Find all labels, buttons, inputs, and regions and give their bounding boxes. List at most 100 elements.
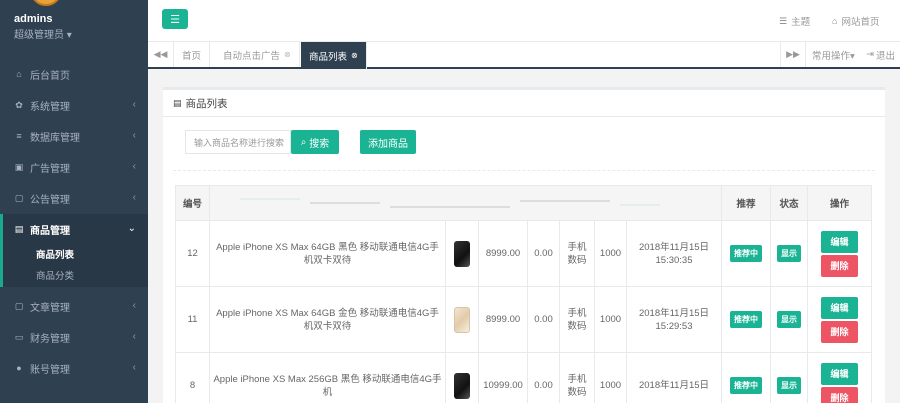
sidebar: admins 超级管理员 ▾ ⌂ 后台首页 ✿ 系统管理 ‹ ≡ 数据库管理 ‹… (0, 0, 148, 403)
cell-category: 手机数码 (559, 220, 595, 287)
cell-category: 手机数码 (559, 286, 595, 353)
tab-product-list[interactable]: 商品列表 ⊗ (301, 42, 367, 69)
user-name: admins (14, 13, 53, 25)
cell-time: 2018年11月15日 15:29:53 (625, 286, 723, 353)
cell-image (445, 352, 479, 403)
chevron-down-icon: ⌄ (127, 223, 136, 234)
database-icon: ≡ (16, 131, 22, 141)
user-role-dropdown[interactable]: 超级管理员 ▾ (14, 26, 72, 41)
status-badge[interactable]: 显示 (777, 311, 802, 328)
search-button-label: 搜索 (309, 138, 330, 150)
sidebar-item-dashboard[interactable]: ⌂ 后台首页 (0, 59, 148, 90)
cell-id: 8 (175, 352, 210, 403)
logout-label: 退出 (875, 50, 895, 62)
file-icon: ▤ (14, 224, 24, 234)
profile-area: admins 超级管理员 ▾ (0, 0, 148, 46)
sidebar-subitem-product-list[interactable]: 商品列表 (3, 245, 148, 266)
sidebar-item-label: 系统管理 (30, 102, 70, 113)
cell-stock: 1000 (594, 220, 627, 287)
edit-button[interactable]: 编辑 (821, 230, 859, 253)
topbar: ☰ ☰ 主题 ⌂ 网站首页 (148, 0, 900, 42)
tab-auto-ad[interactable]: 自动点击广告 ⊗ (215, 42, 300, 67)
sidebar-item-label: 广告管理 (30, 164, 70, 175)
delete-button[interactable]: 删除 (821, 386, 859, 403)
recommend-badge[interactable]: 推荐中 (730, 311, 763, 328)
cell-status: 显示 (770, 352, 809, 403)
menu-toggle-button[interactable]: ☰ (162, 9, 188, 29)
sidebar-item-products[interactable]: ▤ 商品管理 ⌄ (0, 214, 148, 245)
obscured-mark (520, 200, 610, 202)
sidebar-item-accounts[interactable]: ● 账号管理 ‹ (0, 353, 148, 384)
theme-label: 主题 (791, 17, 811, 28)
sidebar-item-label: 文章管理 (30, 303, 70, 314)
chevron-left-icon: ‹ (132, 99, 136, 110)
sidebar-item-database[interactable]: ≡ 数据库管理 ‹ (0, 121, 148, 152)
chevron-left-icon: ‹ (132, 331, 136, 342)
tab-home[interactable]: 首页 (174, 42, 211, 67)
delete-button[interactable]: 删除 (821, 320, 859, 343)
logout-icon: ⇥ (866, 49, 874, 60)
product-thumbnail[interactable] (454, 240, 470, 267)
sidebar-item-articles[interactable]: ▢ 文章管理 ‹ (0, 291, 148, 322)
status-badge[interactable]: 显示 (777, 245, 802, 262)
search-icon: ⌕ (300, 136, 307, 148)
hamburger-icon: ☰ (170, 13, 180, 26)
divider (173, 170, 875, 171)
list-icon: ▤ (173, 97, 182, 108)
panel-header: ▤ 商品列表 (163, 90, 885, 117)
header-recommend[interactable]: 推荐 (721, 185, 772, 221)
recommend-badge[interactable]: 推荐中 (730, 245, 763, 262)
edit-button[interactable]: 编辑 (821, 296, 859, 319)
cell-recommend: 推荐中 (721, 286, 772, 353)
tabs-scroll-right-button[interactable]: ▶▶ (780, 42, 806, 67)
cell-price: 8999.00 (478, 220, 528, 287)
table-header-row: 编号 推荐 状态 操作 (175, 185, 873, 221)
sidebar-item-notices[interactable]: ▢ 公告管理 ‹ (0, 183, 148, 214)
logout-button[interactable]: ⇥ 退出 (866, 42, 895, 67)
chevron-left-icon: ‹ (132, 192, 136, 203)
sidebar-item-label: 数据库管理 (30, 133, 80, 144)
close-icon[interactable]: ⊗ (351, 51, 358, 60)
sidebar-item-label: 公告管理 (30, 195, 70, 206)
sidebar-item-ads[interactable]: ▣ 广告管理 ‹ (0, 152, 148, 183)
add-product-button[interactable]: 添加商品 (360, 130, 416, 154)
money-icon: ▭ (14, 332, 24, 342)
sidebar-item-finance[interactable]: ▭ 财务管理 ‹ (0, 322, 148, 353)
copy-icon: ▣ (14, 162, 24, 172)
cell-stock: 1000 (594, 286, 627, 353)
tabs-scroll-left-button[interactable]: ◀◀ (148, 42, 174, 67)
close-icon[interactable]: ⊗ (284, 50, 291, 59)
cell-time: 2018年11月15日 15:30:35 (625, 220, 723, 287)
forward-icon: ▶▶ (786, 49, 800, 59)
site-home-label: 网站首页 (841, 17, 880, 28)
sidebar-subitem-product-category[interactable]: 商品分类 (3, 266, 148, 287)
delete-button[interactable]: 删除 (821, 254, 859, 277)
status-badge[interactable]: 显示 (777, 377, 802, 394)
sidebar-item-label: 财务管理 (30, 334, 70, 345)
recommend-badge[interactable]: 推荐中 (730, 377, 763, 394)
edit-button[interactable]: 编辑 (821, 362, 859, 385)
cell-price: 10999.00 (478, 352, 528, 403)
theme-link[interactable]: ☰ 主题 (779, 14, 811, 29)
cell-ops: 编辑 删除 (807, 286, 873, 353)
sidebar-nav: ⌂ 后台首页 ✿ 系统管理 ‹ ≡ 数据库管理 ‹ ▣ 广告管理 ‹ ▢ 公告管… (0, 59, 148, 384)
sidebar-item-system[interactable]: ✿ 系统管理 ‹ (0, 90, 148, 121)
product-thumbnail[interactable] (454, 372, 470, 399)
obscured-mark (310, 202, 380, 204)
cell-ops: 编辑 删除 (807, 220, 873, 287)
common-ops-dropdown[interactable]: 常用操作▾ (812, 42, 855, 67)
chevron-left-icon: ‹ (132, 362, 136, 373)
header-status[interactable]: 状态 (770, 185, 809, 221)
tab-label: 首页 (182, 50, 202, 62)
home-icon: ⌂ (16, 69, 22, 79)
cell-id: 11 (175, 286, 210, 353)
cell-name: Apple iPhone XS Max 64GB 金色 移动联通电信4G手机双卡… (209, 286, 446, 353)
cell-id: 12 (175, 220, 210, 287)
product-thumbnail[interactable] (454, 306, 470, 333)
site-home-link[interactable]: ⌂ 网站首页 (832, 14, 879, 28)
search-button[interactable]: ⌕ 搜索 (291, 130, 339, 154)
backward-icon: ◀◀ (153, 49, 168, 59)
list-icon: ☰ (779, 15, 788, 26)
search-input[interactable]: 输入商品名称进行搜索 (185, 130, 291, 154)
header-id[interactable]: 编号 (175, 185, 210, 221)
